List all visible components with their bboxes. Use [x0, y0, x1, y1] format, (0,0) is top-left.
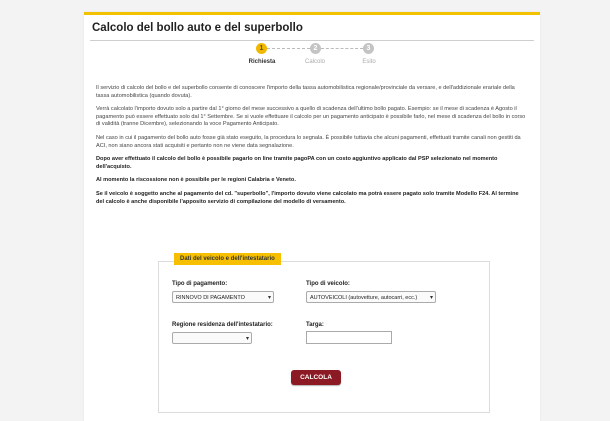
step-3-label: Esito — [362, 59, 376, 65]
intro-paragraph-6: Se il veicolo è soggetto anche al pagame… — [96, 190, 519, 205]
form-legend: Dati del veicolo e dell'intestatario — [174, 253, 281, 265]
intro-paragraph-1: Il servizio di calcolo del bollo e del s… — [96, 85, 515, 99]
vehicle-type-value: AUTOVEICOLI (autovetture, autocarri, ecc… — [310, 295, 418, 301]
progress-steps: 1 2 3 Richiesta Calcolo Esito — [84, 15, 540, 85]
main-card: Calcolo del bollo auto e del superbollo … — [84, 12, 540, 421]
plate-label: Targa: — [306, 322, 324, 328]
region-select[interactable]: ▾ — [172, 332, 252, 344]
step-1-circle: 1 — [256, 43, 267, 54]
plate-input[interactable] — [306, 331, 392, 344]
vehicle-type-select[interactable]: AUTOVEICOLI (autovetture, autocarri, ecc… — [306, 291, 436, 303]
payment-type-value: RINNOVO DI PAGAMENTO — [176, 295, 245, 301]
step-2-label: Calcolo — [304, 59, 325, 65]
chevron-down-icon: ▾ — [245, 336, 249, 342]
step-2-circle: 2 — [310, 43, 321, 54]
intro-paragraph-4: Dopo aver effettuato il calcolo del boll… — [96, 156, 498, 170]
calculate-button[interactable]: CALCOLA — [291, 370, 341, 385]
chevron-down-icon: ▾ — [267, 295, 271, 301]
intro-paragraph-2: Verrà calcolato l'importo dovuto solo a … — [96, 106, 526, 128]
payment-type-select[interactable]: RINNOVO DI PAGAMENTO ▾ — [172, 291, 274, 303]
step-3-circle: 3 — [363, 43, 374, 54]
chevron-down-icon: ▾ — [429, 295, 433, 301]
intro-paragraph-5: Al momento la riscossione non è possibil… — [96, 177, 296, 184]
intro-paragraph-3: Nel caso in cui il pagamento del bollo a… — [96, 134, 521, 149]
intro-text: Il servizio di calcolo del bollo e del s… — [96, 85, 526, 212]
vehicle-type-label: Tipo di veicolo: — [306, 281, 350, 287]
step-connector — [267, 48, 310, 49]
step-1-label: Richiesta — [248, 59, 276, 65]
step-connector — [321, 48, 363, 49]
region-label: Regione residenza dell'intestatario: — [172, 322, 273, 328]
payment-type-label: Tipo di pagamento: — [172, 281, 228, 287]
